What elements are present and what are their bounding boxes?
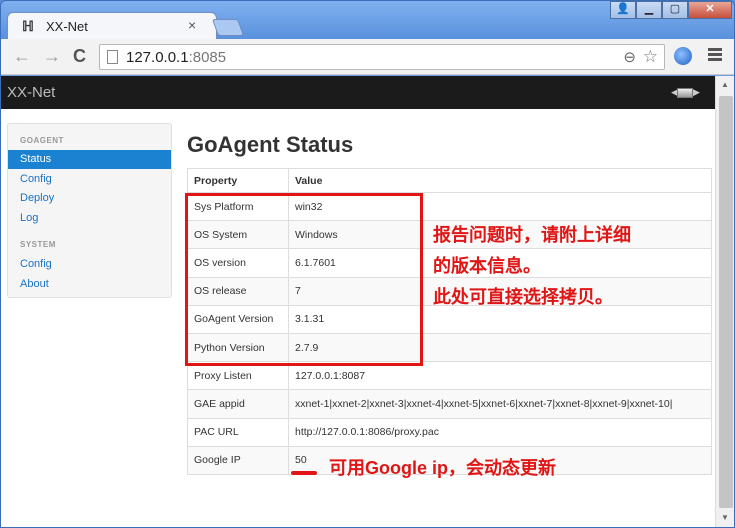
tab-xx-net[interactable]: ℍ XX-Net ×	[7, 12, 217, 40]
property-cell: PAC URL	[187, 417, 289, 447]
reload-icon[interactable]: C	[73, 46, 86, 67]
header-value: Value	[288, 168, 712, 193]
page-icon	[107, 50, 118, 64]
minimize-icon[interactable]: ▁	[636, 1, 662, 19]
user-icon[interactable]: 👤	[610, 1, 636, 19]
table-row: GAE appid xxnet-1|xxnet-2|xxnet-3|xxnet-4…	[187, 389, 712, 418]
sidebar-header-system: SYSTEM	[20, 240, 56, 249]
zoom-icon[interactable]: ⊖	[623, 48, 636, 66]
scroll-down-icon[interactable]: ▼	[721, 513, 729, 522]
brand[interactable]: XX-Net	[7, 84, 55, 101]
top-navbar: XX-Net ◀ ▶	[1, 76, 715, 109]
google-ip-underline	[291, 471, 317, 475]
url-text[interactable]: 127.0.0.1:8085	[126, 49, 226, 66]
version-annotation: 报告问题时，请附上详细 的版本信息。 此处可直接选择拷贝。	[433, 225, 631, 307]
menu-icon[interactable]	[708, 48, 722, 63]
value-cell: http://127.0.0.1:8086/proxy.pac	[288, 417, 712, 447]
header-property: Property	[187, 168, 289, 193]
sidebar: GOAGENT Status Config Deploy Log SYSTEM …	[7, 123, 172, 298]
tab-strip: ℍ XX-Net × 👤 ▁ ▢ ✕	[1, 1, 734, 40]
bookmark-star-icon[interactable]: ☆	[643, 47, 658, 67]
table-row: PAC URL http://127.0.0.1:8086/proxy.pac	[187, 417, 712, 447]
address-bar[interactable]: 127.0.0.1:8085 ⊖ ☆	[99, 44, 665, 70]
nav-toggle-icon[interactable]: ◀ ▶	[671, 86, 700, 100]
browser-toolbar: ← → C 127.0.0.1:8085 ⊖ ☆	[1, 39, 734, 75]
window-controls: 👤 ▁ ▢ ✕	[610, 1, 732, 19]
google-ip-annotation: 可用Google ip，会动态更新	[329, 458, 556, 478]
version-highlight-box	[185, 193, 423, 366]
globe-icon[interactable]	[674, 47, 692, 65]
maximize-icon[interactable]: ▢	[662, 1, 688, 19]
tab-close-icon[interactable]: ×	[188, 17, 196, 33]
ladder-icon: ℍ	[22, 18, 34, 34]
close-icon[interactable]: ✕	[688, 1, 732, 19]
scroll-thumb[interactable]	[719, 96, 733, 508]
scroll-up-icon[interactable]: ▲	[721, 80, 729, 89]
sidebar-item-about[interactable]: About	[8, 275, 171, 294]
sidebar-item-system-config[interactable]: Config	[8, 255, 171, 274]
page-scrollbar[interactable]: ▲ ▼	[715, 76, 734, 527]
page-viewport: XX-Net ◀ ▶ GOAGENT Status Config Deploy L…	[1, 76, 734, 527]
tab-title: XX-Net	[46, 19, 88, 34]
sidebar-header-goagent: GOAGENT	[20, 136, 64, 145]
main-content: GoAgent Status	[187, 132, 353, 158]
sidebar-item-deploy[interactable]: Deploy	[8, 189, 171, 208]
property-cell: Google IP	[187, 445, 289, 475]
back-icon[interactable]: ←	[13, 46, 31, 67]
sidebar-item-status[interactable]: Status	[8, 150, 171, 169]
table-header-row: Property Value	[187, 168, 712, 193]
property-cell: GAE appid	[187, 389, 289, 418]
sidebar-item-log[interactable]: Log	[8, 209, 171, 228]
forward-icon[interactable]: →	[43, 46, 61, 67]
new-tab-button[interactable]	[211, 19, 245, 36]
sidebar-item-config[interactable]: Config	[8, 170, 171, 189]
page-title: GoAgent Status	[187, 132, 354, 157]
browser-window: ℍ XX-Net × 👤 ▁ ▢ ✕ ← → C 127.0.0.1:8085 …	[0, 0, 735, 528]
value-cell: xxnet-1|xxnet-2|xxnet-3|xxnet-4|xxnet-5|…	[288, 389, 712, 418]
